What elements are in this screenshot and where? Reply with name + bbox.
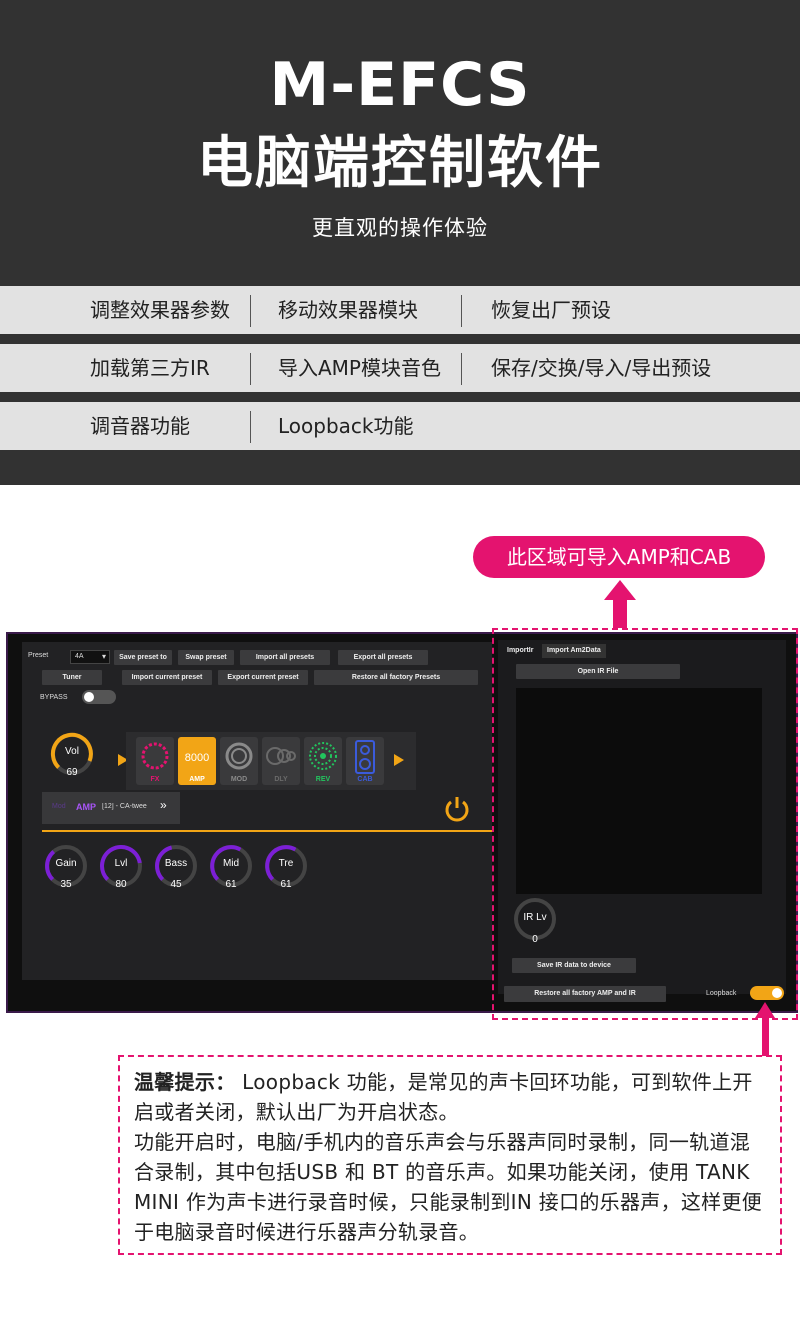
- divider: [461, 353, 462, 385]
- knob-value: 61: [225, 879, 237, 890]
- module-selector[interactable]: Mod AMP [12] - CA-twee »: [42, 792, 180, 824]
- knob-label: Lvl: [114, 858, 128, 869]
- feature-item: Loopback功能: [278, 414, 414, 438]
- module-name: [12] - CA-twee: [102, 803, 147, 810]
- chevron-down-icon: »: [160, 798, 167, 812]
- vol-label: Vol: [65, 746, 79, 757]
- highlight-region: [492, 628, 798, 1020]
- cab-block[interactable]: CAB: [346, 737, 384, 785]
- arrow-up-icon: [755, 1002, 775, 1018]
- editor-panel: Preset 4A Save preset to Swap preset Imp…: [22, 642, 492, 980]
- knob-value: 80: [115, 879, 127, 890]
- knob-label: Bass: [164, 858, 188, 869]
- knob-value: 45: [170, 879, 182, 890]
- chain-arrow-icon: [394, 754, 404, 766]
- bypass-toggle[interactable]: [82, 690, 116, 704]
- preset-select[interactable]: 4A: [70, 650, 110, 664]
- amp-icon: 8000: [185, 752, 209, 764]
- import-all-presets-button[interactable]: Import all presets: [240, 650, 330, 665]
- knob-value: 35: [60, 879, 72, 890]
- divider: [250, 411, 251, 443]
- feature-row-2: 加载第三方IR 导入AMP模块音色 保存/交换/导入/导出预设: [0, 344, 800, 392]
- feature-item: 恢复出厂预设: [491, 298, 611, 322]
- divider: [250, 353, 251, 385]
- swap-preset-button[interactable]: Swap preset: [178, 650, 234, 665]
- feature-item: 导入AMP模块音色: [278, 356, 441, 380]
- tagline: 更直观的操作体验: [312, 216, 488, 240]
- vol-knob[interactable]: Vol 69: [48, 730, 96, 778]
- lvl-knob[interactable]: Lvl 80: [97, 842, 145, 890]
- cab-icon: [355, 740, 375, 774]
- restore-factory-presets-button[interactable]: Restore all factory Presets: [314, 670, 478, 685]
- tuner-button[interactable]: Tuner: [42, 670, 102, 685]
- page-title: M-EFCS: [269, 50, 531, 120]
- feature-row-3: 调音器功能 Loopback功能: [0, 402, 800, 450]
- arrow-stem: [762, 1018, 769, 1056]
- page-subtitle: 电脑端控制软件: [197, 131, 603, 196]
- knob-label: Mid: [222, 858, 240, 869]
- svg-text:8000: 8000: [185, 752, 209, 764]
- feature-item: 移动效果器模块: [278, 298, 418, 322]
- divider: [461, 295, 462, 327]
- module-prefix: Mod: [52, 803, 66, 810]
- gain-knob[interactable]: Gain 35: [42, 842, 90, 890]
- feature-row-1: 调整效果器参数 移动效果器模块 恢复出厂预设: [0, 286, 800, 334]
- rev-icon: [309, 742, 337, 770]
- amp-block[interactable]: 8000 AMP: [178, 737, 216, 785]
- fx-icon: [141, 742, 169, 770]
- mid-knob[interactable]: Mid 61: [207, 842, 255, 890]
- tip-text-2: 功能开启时，电脑/手机内的音乐声会与乐器声同时录制，同一轨道混合录制，其中包括U…: [134, 1130, 763, 1244]
- module-divider: [42, 830, 492, 832]
- dly-block[interactable]: DLY: [262, 737, 300, 785]
- rev-block[interactable]: REV: [304, 737, 342, 785]
- vol-value: 69: [66, 767, 78, 778]
- divider: [250, 295, 251, 327]
- feature-item: 加载第三方IR: [90, 356, 210, 380]
- knob-label: Tre: [278, 858, 294, 869]
- bypass-label: BYPASS: [40, 694, 68, 701]
- tip-paragraph-1: 温馨提示： Loopback 功能，是常见的声卡回环功能，可到软件上开启或者关闭…: [134, 1067, 766, 1127]
- feature-item: 保存/交换/导入/导出预设: [491, 356, 712, 380]
- callout-badge: 此区域可导入AMP和CAB: [473, 536, 765, 578]
- mod-icon: [225, 742, 253, 770]
- export-all-presets-button[interactable]: Export all presets: [338, 650, 428, 665]
- power-icon[interactable]: [442, 794, 472, 824]
- import-current-preset-button[interactable]: Import current preset: [122, 670, 212, 685]
- feature-item: 调音器功能: [90, 414, 190, 438]
- tip-box: 温馨提示： Loopback 功能，是常见的声卡回环功能，可到软件上开启或者关闭…: [118, 1055, 782, 1255]
- export-current-preset-button[interactable]: Export current preset: [218, 670, 308, 685]
- arrow-up-icon: [604, 580, 636, 600]
- knob-label: Gain: [55, 858, 77, 869]
- tip-heading: 温馨提示：: [134, 1070, 236, 1094]
- module-type: AMP: [76, 802, 96, 812]
- feature-item: 调整效果器参数: [90, 298, 230, 322]
- bass-knob[interactable]: Bass 45: [152, 842, 200, 890]
- hero-section: M-EFCS 电脑端控制软件 更直观的操作体验 调整效果器参数 移动效果器模块 …: [0, 0, 800, 485]
- mod-block[interactable]: MOD: [220, 737, 258, 785]
- tre-knob[interactable]: Tre 61: [262, 842, 310, 890]
- fx-block[interactable]: FX: [136, 737, 174, 785]
- effect-chain: FX 8000 AMP MOD DLY REV CAB: [126, 732, 416, 790]
- arrow-stem: [613, 598, 627, 628]
- preset-label: Preset: [28, 652, 49, 659]
- dly-icon: [266, 747, 296, 765]
- save-preset-button[interactable]: Save preset to: [114, 650, 172, 665]
- knob-value: 61: [280, 879, 292, 890]
